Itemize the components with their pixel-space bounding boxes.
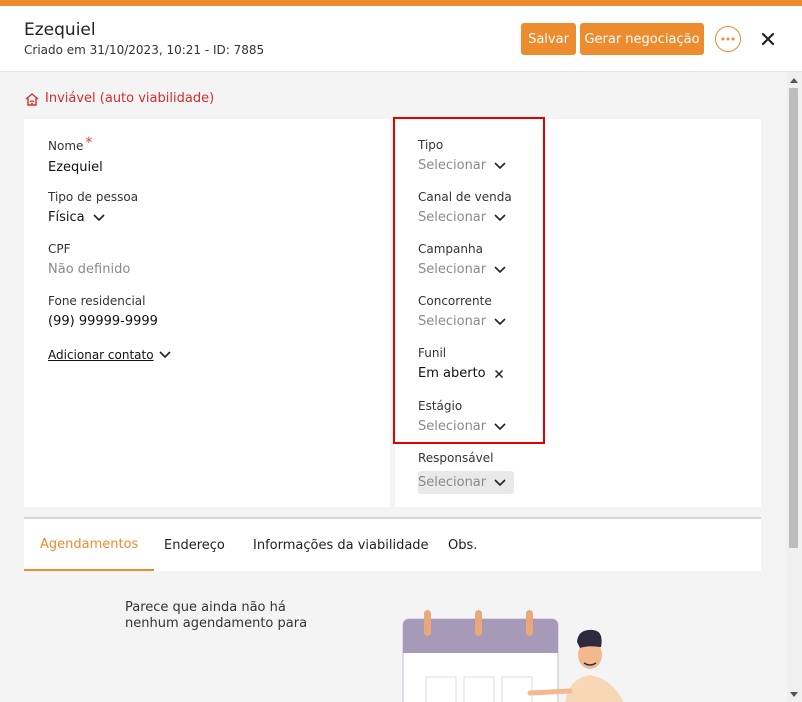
chevron-down-icon <box>159 351 171 359</box>
responsavel-field: Responsável Selecionar <box>418 451 515 494</box>
tipo-select[interactable]: Selecionar <box>418 158 506 173</box>
estagio-select[interactable]: Selecionar <box>418 419 506 434</box>
responsavel-value: Selecionar <box>418 475 487 490</box>
scroll-down-button[interactable] <box>786 686 802 702</box>
tab-agendamentos[interactable]: Agendamentos <box>24 519 155 571</box>
name-label: Nome <box>48 139 84 153</box>
concorrente-label: Concorrente <box>418 294 492 308</box>
cpf-field: CPF Não definido <box>48 242 130 277</box>
page-title: Ezequiel <box>24 20 96 40</box>
tab-informacoes-viabilidade[interactable]: Informações da viabilidade <box>253 519 429 571</box>
funil-field: Funil Em aberto <box>418 346 504 381</box>
person-type-label: Tipo de pessoa <box>48 190 139 204</box>
campanha-select[interactable]: Selecionar <box>418 262 506 277</box>
empty-state-text: Parece que ainda não há nenhum agendamen… <box>125 600 308 631</box>
add-contact-link[interactable]: Adicionar contato <box>48 348 171 362</box>
estagio-label: Estágio <box>418 399 463 413</box>
estagio-value: Selecionar <box>418 419 487 434</box>
deal-card: Tipo Selecionar Canal de venda Seleciona… <box>395 119 761 507</box>
responsavel-label: Responsável <box>418 451 494 465</box>
close-button[interactable] <box>758 29 778 49</box>
scrollbar-thumb[interactable] <box>789 88 798 548</box>
save-button[interactable]: Salvar <box>521 23 576 55</box>
phone-field: Fone residencial (99) 99999-9999 <box>48 294 158 329</box>
canal-field: Canal de venda Selecionar <box>418 190 512 225</box>
viability-status: Inviável (auto viabilidade) <box>24 91 214 106</box>
funil-label: Funil <box>418 346 447 360</box>
chevron-down-icon <box>93 213 105 221</box>
arrow-up-icon <box>790 77 798 83</box>
status-text: Inviável (auto viabilidade) <box>45 91 215 106</box>
name-value[interactable]: Ezequiel <box>48 160 103 175</box>
phone-label: Fone residencial <box>48 294 146 308</box>
person-type-field: Tipo de pessoa Física <box>48 190 138 225</box>
canal-label: Canal de venda <box>418 190 512 204</box>
cpf-value[interactable]: Não definido <box>48 262 130 277</box>
add-contact-label: Adicionar contato <box>48 348 154 362</box>
generate-deal-button[interactable]: Gerar negociação <box>580 23 704 55</box>
responsavel-select[interactable]: Selecionar <box>418 471 515 494</box>
canal-value: Selecionar <box>418 210 487 225</box>
modal-content: Inviável (auto viabilidade) Nome * Ezequi… <box>0 72 786 702</box>
contact-card: Nome * Ezequiel Tipo de pessoa Física CPF… <box>24 119 390 507</box>
tipo-field: Tipo Selecionar <box>418 138 506 173</box>
created-info: Criado em 31/10/2023, 10:21 - ID: 7885 <box>24 43 265 57</box>
more-options-button[interactable] <box>715 26 741 52</box>
house-wifi-icon <box>25 92 39 106</box>
campanha-label: Campanha <box>418 242 483 256</box>
person-type-select[interactable]: Física <box>48 210 138 225</box>
funil-select[interactable]: Em aberto <box>418 366 504 381</box>
cpf-label: CPF <box>48 242 71 256</box>
tipo-value: Selecionar <box>418 158 487 173</box>
chevron-down-icon <box>494 161 506 169</box>
canal-select[interactable]: Selecionar <box>418 210 512 225</box>
person-type-value: Física <box>48 210 85 225</box>
tab-endereco[interactable]: Endereço <box>164 519 225 571</box>
chevron-down-icon <box>494 265 506 273</box>
modal-header: Ezequiel Criado em 31/10/2023, 10:21 - I… <box>0 6 802 72</box>
add-contact-field: Adicionar contato <box>48 348 171 362</box>
estagio-field: Estágio Selecionar <box>418 399 506 434</box>
chevron-down-icon <box>494 478 506 486</box>
scroll-up-button[interactable] <box>786 72 802 88</box>
tab-obs[interactable]: Obs. <box>448 519 477 571</box>
concorrente-field: Concorrente Selecionar <box>418 294 506 329</box>
chevron-down-icon <box>494 317 506 325</box>
concorrente-value: Selecionar <box>418 314 487 329</box>
calendar-illustration <box>402 610 624 702</box>
tipo-label: Tipo <box>418 138 444 152</box>
chevron-down-icon <box>494 422 506 430</box>
campanha-field: Campanha Selecionar <box>418 242 506 277</box>
phone-value[interactable]: (99) 99999-9999 <box>48 314 158 329</box>
funil-value: Em aberto <box>418 366 486 381</box>
clear-icon[interactable] <box>494 369 504 379</box>
arrow-down-icon <box>790 691 798 697</box>
more-horizontal-icon <box>721 37 735 41</box>
concorrente-select[interactable]: Selecionar <box>418 314 506 329</box>
close-icon <box>762 33 774 45</box>
campanha-value: Selecionar <box>418 262 487 277</box>
chevron-down-icon <box>494 213 506 221</box>
tabs-bar: Agendamentos Endereço Informações da via… <box>24 517 761 571</box>
required-mark: * <box>85 135 93 151</box>
name-field: Nome * Ezequiel <box>48 135 103 175</box>
